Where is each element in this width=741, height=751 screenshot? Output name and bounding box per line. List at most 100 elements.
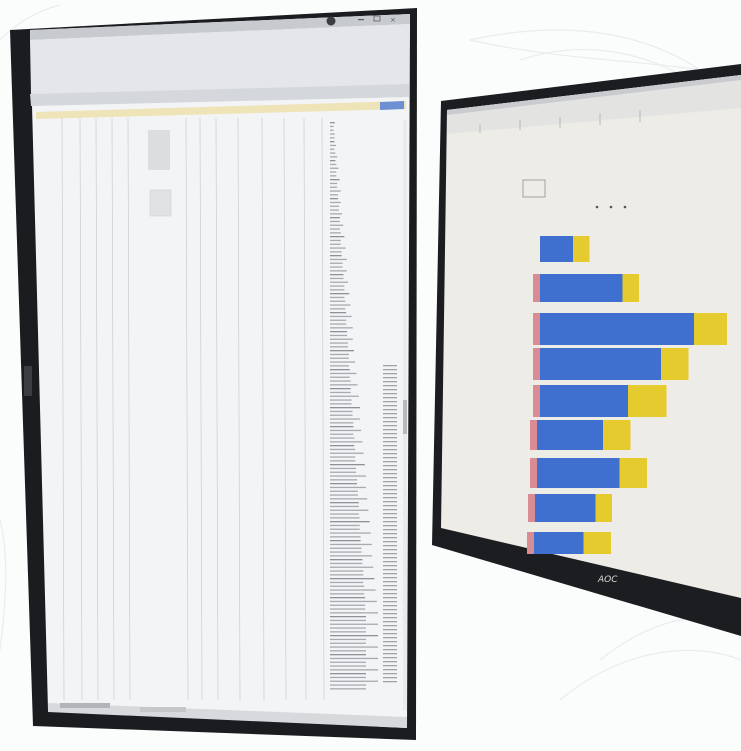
cell-value	[330, 650, 366, 652]
monitor-button	[24, 366, 32, 396]
cell-value	[330, 513, 359, 515]
cell-block	[148, 130, 170, 170]
cell-value	[330, 646, 378, 648]
cell-value	[330, 460, 356, 462]
cell-value	[383, 649, 397, 651]
cell-value	[330, 616, 366, 618]
cell-value	[330, 182, 338, 185]
cell-value	[330, 505, 359, 508]
cell-value	[330, 445, 355, 447]
cell-value	[383, 485, 397, 487]
cell-value	[330, 414, 353, 416]
cell-value	[383, 537, 397, 539]
cell-value	[330, 277, 344, 280]
cell-value	[383, 393, 397, 395]
cell-value	[330, 627, 366, 629]
cell-value	[330, 319, 347, 321]
cell-value	[330, 308, 346, 310]
close-icon[interactable]: ×	[390, 16, 396, 24]
sheet-tab[interactable]	[60, 703, 110, 708]
cell-value	[330, 312, 347, 314]
portrait-monitor: ×	[10, 8, 417, 740]
cell-value	[383, 533, 397, 535]
cell-value	[383, 369, 397, 371]
cell-value	[330, 570, 364, 572]
cell-value	[383, 421, 397, 423]
cell-value	[330, 475, 366, 477]
cell-value	[330, 676, 366, 679]
cell-value	[383, 481, 397, 483]
cell-value	[330, 323, 347, 325]
cell-value	[330, 471, 357, 473]
cell-value	[383, 633, 397, 635]
cell-value	[330, 201, 341, 204]
cell-value	[330, 167, 339, 169]
cell-value	[383, 541, 397, 543]
cell-value	[330, 673, 366, 675]
cell-value	[330, 270, 347, 272]
cell-value	[330, 152, 336, 154]
cell-value	[383, 417, 397, 419]
cell-value	[383, 641, 397, 643]
cell-value	[383, 409, 397, 411]
cell-value	[330, 479, 357, 481]
cell-value	[330, 232, 341, 234]
cell-value	[330, 418, 360, 420]
cell-value	[330, 688, 366, 690]
cell-value	[330, 296, 345, 299]
cell-value	[383, 573, 397, 575]
cell-value	[383, 681, 397, 683]
cell-value	[330, 380, 351, 382]
cell-value	[330, 190, 341, 192]
cell-value	[383, 561, 397, 563]
cell-value	[330, 574, 364, 576]
cell-value	[330, 426, 354, 428]
cell-value	[330, 156, 338, 158]
cell-value	[330, 566, 374, 568]
cell-value	[383, 513, 397, 515]
cell-value	[330, 661, 366, 663]
cell-value	[383, 441, 397, 443]
cell-value	[383, 549, 397, 551]
cell-value	[330, 144, 336, 147]
cell-value	[330, 422, 354, 424]
cell-value	[383, 521, 397, 523]
cell-value	[330, 163, 337, 166]
cell-value	[383, 601, 397, 603]
cell-value	[330, 395, 359, 397]
cell-value	[330, 209, 339, 211]
cell-value	[330, 129, 334, 131]
user-avatar-icon[interactable]	[326, 16, 336, 26]
cell-value	[330, 369, 350, 371]
cell-value	[330, 262, 343, 264]
cell-value	[330, 304, 351, 306]
cell-value	[330, 194, 339, 196]
cell-value	[330, 239, 341, 242]
cell-value	[330, 555, 372, 557]
cell-value	[330, 543, 372, 546]
sheet-tab[interactable]	[140, 707, 186, 712]
cell-value	[330, 486, 366, 489]
cell-value	[330, 365, 349, 367]
cell-value	[383, 625, 397, 627]
cell-value	[383, 665, 397, 667]
selected-cell	[380, 101, 404, 110]
cell-value	[330, 593, 365, 595]
cell-value	[383, 613, 397, 615]
cell-value	[383, 529, 397, 531]
cell-value	[383, 553, 397, 555]
cell-value	[330, 524, 360, 527]
cell-value	[330, 179, 340, 181]
cell-value	[330, 464, 365, 466]
cell-value	[330, 608, 366, 610]
cell-value	[383, 373, 397, 375]
cell-value	[330, 483, 357, 485]
cell-value	[330, 547, 362, 549]
cell-value	[330, 612, 378, 614]
cell-value	[330, 403, 352, 405]
cell-value	[383, 517, 397, 519]
cell-value	[383, 401, 397, 403]
cell-value	[330, 285, 345, 287]
minimize-icon[interactable]	[358, 19, 364, 21]
scrollbar-thumb[interactable]	[403, 400, 407, 434]
